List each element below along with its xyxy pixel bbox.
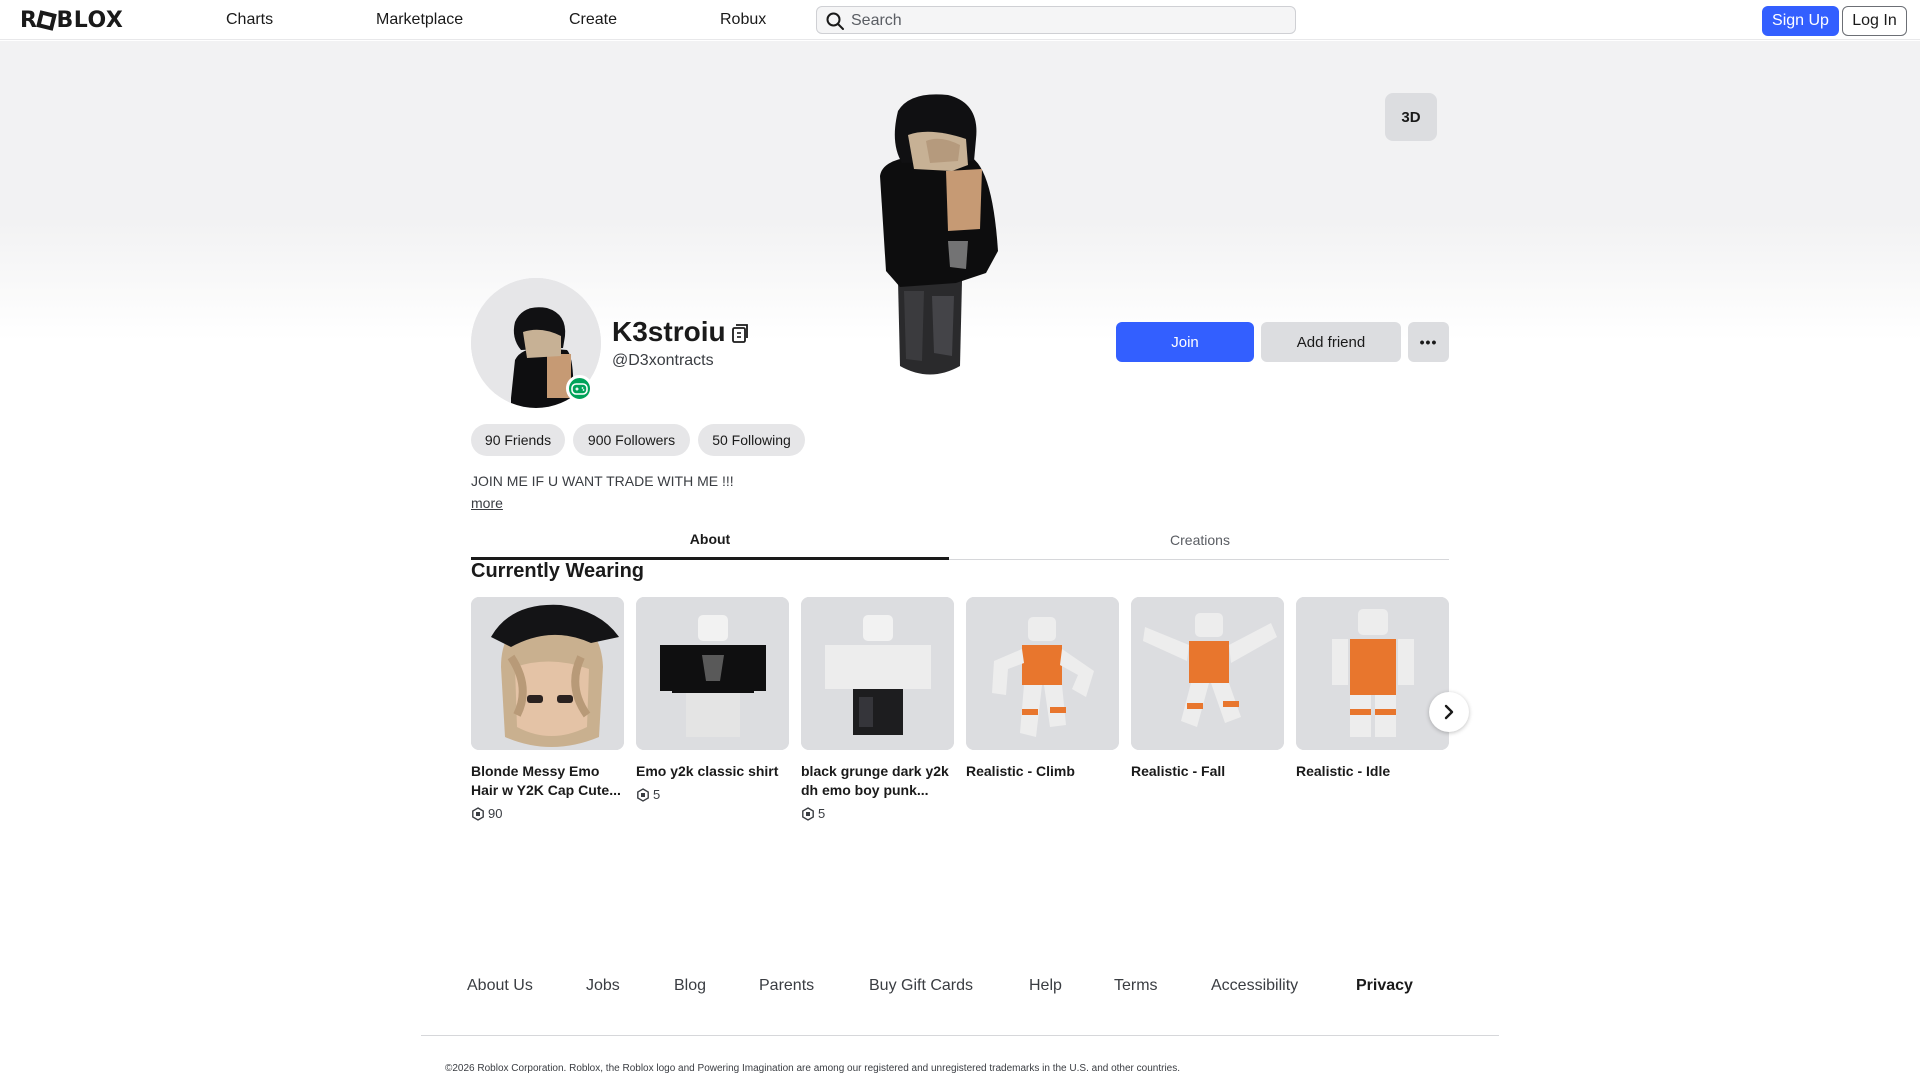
search-icon [826, 12, 844, 30]
item-price: 5 [636, 787, 789, 802]
avatar-3d-render[interactable] [870, 91, 1010, 381]
robux-icon [802, 806, 814, 821]
profile-tabs: About Creations [471, 520, 1449, 560]
tab-about[interactable]: About [471, 520, 949, 560]
shirt-icon [636, 597, 789, 750]
more-options-button[interactable]: ••• [1408, 322, 1449, 362]
nav-link-marketplace[interactable]: Marketplace [376, 11, 463, 29]
footer-link-privacy[interactable]: Privacy [1356, 977, 1413, 995]
item-thumbnail[interactable] [966, 597, 1119, 750]
sign-up-button[interactable]: Sign Up [1762, 6, 1839, 36]
item-name[interactable]: black grunge dark y2k dh emo boy punk... [801, 762, 954, 800]
animation-fall-icon [1131, 597, 1284, 750]
item-price: 90 [471, 806, 624, 821]
item-name[interactable]: Blonde Messy Emo Hair w Y2K Cap Cute... [471, 762, 624, 800]
item-thumbnail[interactable] [1296, 597, 1449, 750]
tab-creations[interactable]: Creations [961, 520, 1439, 560]
top-navigation-bar: RBLOX Charts Marketplace Create Robux Si… [0, 0, 1920, 40]
profile-display-name: K3stroiu [612, 316, 726, 347]
wearing-item-card[interactable]: Blonde Messy Emo Hair w Y2K Cap Cute... … [471, 597, 624, 821]
item-price-value: 90 [488, 806, 503, 821]
wearing-item-card[interactable]: Realistic - Climb [966, 597, 1119, 781]
item-thumbnail[interactable] [1131, 597, 1284, 750]
currently-wearing-heading: Currently Wearing [471, 560, 644, 582]
footer-link-jobs[interactable]: Jobs [586, 977, 620, 995]
footer-link-buy-gift-cards[interactable]: Buy Gift Cards [869, 977, 973, 995]
profile-username: @D3xontracts [612, 352, 714, 369]
footer-link-help[interactable]: Help [1029, 977, 1062, 995]
profile-bio: JOIN ME IF U WANT TRADE WITH ME !!! [471, 473, 734, 489]
wearing-item-card[interactable]: black grunge dark y2k dh emo boy punk...… [801, 597, 954, 821]
item-thumbnail[interactable] [801, 597, 954, 750]
nav-link-robux[interactable]: Robux [720, 11, 766, 29]
item-name[interactable]: Emo y2k classic shirt [636, 762, 789, 781]
copy-profile-link-icon[interactable] [729, 322, 749, 344]
robux-icon [472, 806, 484, 821]
friends-count-pill[interactable]: 90 Friends [471, 424, 565, 456]
wearing-item-card[interactable]: Realistic - Idle [1296, 597, 1449, 781]
carousel-next-button[interactable] [1429, 692, 1469, 732]
gamepad-icon [571, 382, 588, 395]
item-name[interactable]: Realistic - Climb [966, 762, 1119, 781]
item-thumbnail[interactable] [471, 597, 624, 750]
add-friend-button[interactable]: Add friend [1261, 322, 1401, 362]
hair-accessory-icon [471, 597, 624, 750]
chevron-right-icon [1444, 704, 1454, 720]
robux-icon [637, 787, 649, 802]
avatar-hero-panel: 3D [0, 41, 1920, 375]
bio-more-link[interactable]: more [471, 495, 503, 511]
wearing-item-card[interactable]: Realistic - Fall [1131, 597, 1284, 781]
nav-link-create[interactable]: Create [569, 11, 617, 29]
search-box [816, 6, 1296, 34]
item-name[interactable]: Realistic - Idle [1296, 762, 1449, 781]
footer-link-blog[interactable]: Blog [674, 977, 706, 995]
item-price: 5 [801, 806, 954, 821]
item-thumbnail[interactable] [636, 597, 789, 750]
footer-link-accessibility[interactable]: Accessibility [1211, 977, 1298, 995]
footer-link-about-us[interactable]: About Us [467, 977, 533, 995]
item-price-value: 5 [818, 806, 826, 821]
footer-link-parents[interactable]: Parents [759, 977, 814, 995]
nav-link-charts[interactable]: Charts [226, 11, 273, 29]
following-count-pill[interactable]: 50 Following [698, 424, 805, 456]
pants-icon [801, 597, 954, 750]
ellipsis-icon: ••• [1419, 334, 1438, 350]
footer-link-terms[interactable]: Terms [1114, 977, 1158, 995]
log-in-button[interactable]: Log In [1842, 6, 1907, 36]
copyright-notice: ©2026 Roblox Corporation. Roblox, the Ro… [445, 1063, 1181, 1074]
footer-divider [421, 1035, 1499, 1036]
item-name[interactable]: Realistic - Fall [1131, 762, 1284, 781]
wearing-item-card[interactable]: Emo y2k classic shirt 5 [636, 597, 789, 802]
animation-climb-icon [966, 597, 1119, 750]
search-input[interactable] [851, 10, 1281, 32]
item-price-value: 5 [653, 787, 661, 802]
online-status-badge [566, 375, 593, 402]
followers-count-pill[interactable]: 900 Followers [573, 424, 690, 456]
join-game-button[interactable]: Join [1116, 322, 1254, 362]
animation-idle-icon [1296, 597, 1449, 750]
toggle-3d-view-button[interactable]: 3D [1385, 93, 1437, 141]
roblox-logo[interactable]: R BLOX [20, 8, 123, 33]
